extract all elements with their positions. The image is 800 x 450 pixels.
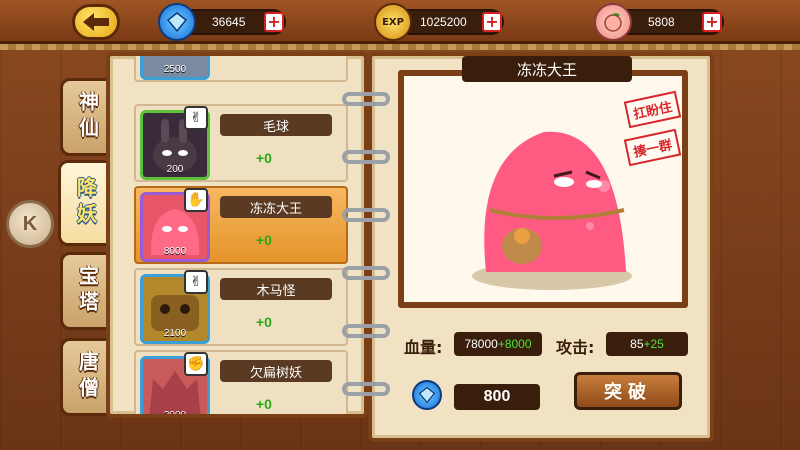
monster-title: 冻冻大王 xyxy=(462,56,632,82)
list-item-partial[interactable]: 2500 xyxy=(134,56,348,82)
level-text: 8000 xyxy=(163,246,187,257)
exp-add-button[interactable]: + xyxy=(482,12,502,32)
scissors-icon: ✌ xyxy=(184,270,208,294)
paper-icon: ✋ xyxy=(184,188,208,212)
k-label: K xyxy=(22,212,38,235)
k-button[interactable]: K xyxy=(6,200,54,248)
monster-list-page: 2500 200 ✌ 毛球 +0 8000 ✋ 冻冻大王 +0 2100 ✌ 木… xyxy=(106,52,368,418)
blue-gem-icon xyxy=(158,3,196,41)
monster-name: 冻冻大王 xyxy=(220,196,332,218)
rope-divider xyxy=(0,44,800,50)
exp-label: EXP xyxy=(382,16,404,28)
monster-name: 欠扁树妖 xyxy=(220,360,332,382)
break-through-label: 突破 xyxy=(604,382,652,403)
monster-name: 木马怪 xyxy=(220,278,332,300)
binder-ring xyxy=(342,266,390,280)
binder-ring xyxy=(342,92,390,106)
binder-ring xyxy=(342,382,390,396)
level-text: 2100 xyxy=(163,328,187,339)
gem-value: 36645 xyxy=(212,15,246,29)
plus-icon: + xyxy=(267,12,281,31)
bonus-text: +0 xyxy=(256,396,272,412)
cost-box: 800 xyxy=(454,384,540,410)
hp-label: 血量: xyxy=(404,338,443,357)
list-item[interactable]: 3000 ✊ 欠扁树妖 +0 xyxy=(134,350,348,418)
tab-label: 降妖 xyxy=(73,177,98,229)
binder-ring xyxy=(342,150,390,164)
back-button[interactable] xyxy=(72,4,120,40)
gem-add-button[interactable]: + xyxy=(264,12,284,32)
list-item[interactable]: 200 ✌ 毛球 +0 xyxy=(134,104,348,182)
plus-icon: + xyxy=(485,12,499,31)
attack-label: 攻击: xyxy=(556,338,595,357)
plus-icon: + xyxy=(705,12,719,31)
tab-label: 神仙 xyxy=(75,91,100,143)
back-arrow-icon xyxy=(83,13,109,31)
peach-add-button[interactable]: + xyxy=(702,12,722,32)
scissors-icon: ✌ xyxy=(184,106,208,130)
tab-label: 宝塔 xyxy=(75,265,100,317)
portrait: 2500 xyxy=(140,56,210,80)
hp-value: 78000 xyxy=(464,337,498,351)
attack-value: 85 xyxy=(630,337,644,351)
binder-ring xyxy=(342,324,390,338)
level-text: 2500 xyxy=(163,64,187,75)
rock-icon: ✊ xyxy=(184,352,208,376)
attack-value-box: 85 +25 xyxy=(606,332,688,356)
peach-icon xyxy=(594,3,632,41)
tab-label: 唐僧 xyxy=(75,351,100,403)
monster-title-text: 冻冻大王 xyxy=(516,60,577,79)
bonus-text: +0 xyxy=(256,232,272,248)
exp-icon: EXP xyxy=(374,3,412,41)
level-text: 3000 xyxy=(163,410,187,418)
hp-bonus: +8000 xyxy=(497,337,532,351)
cost-value: 800 xyxy=(483,388,511,405)
attack-bonus: +25 xyxy=(643,337,664,351)
monster-portrait-large: 扛盼住 揍一群 xyxy=(398,70,688,308)
binder-ring xyxy=(342,208,390,222)
blue-gem-icon xyxy=(412,380,442,410)
hp-value-box: 78000 +8000 xyxy=(454,332,542,356)
level-text: 200 xyxy=(166,164,184,175)
peach-value: 5808 xyxy=(648,15,675,29)
monster-name: 毛球 xyxy=(220,114,332,136)
bonus-text: +0 xyxy=(256,314,272,330)
break-through-button[interactable]: 突破 xyxy=(574,372,682,410)
list-item[interactable]: 2100 ✌ 木马怪 +0 xyxy=(134,268,348,346)
list-item-selected[interactable]: 8000 ✋ 冻冻大王 +0 xyxy=(134,186,348,264)
bonus-text: +0 xyxy=(256,150,272,166)
exp-value: 1025200 xyxy=(420,15,467,29)
